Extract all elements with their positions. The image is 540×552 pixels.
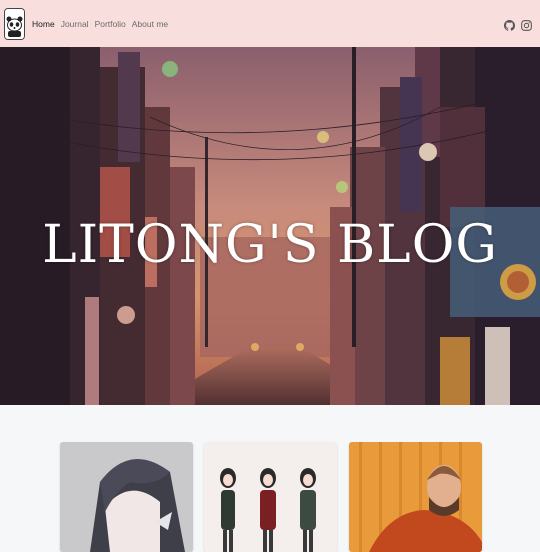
- post-card-image: [349, 442, 482, 552]
- post-card-grid: [0, 405, 540, 552]
- hero-title: LITONG'S BLOG: [42, 215, 498, 275]
- post-card[interactable]: [60, 442, 193, 552]
- nav-link-portfolio[interactable]: Portfolio: [95, 19, 126, 29]
- post-card[interactable]: [204, 442, 337, 552]
- top-navbar: Home Journal Portfolio About me: [0, 0, 540, 47]
- hero-banner: LITONG'S BLOG: [0, 47, 540, 405]
- nav-link-journal[interactable]: Journal: [61, 19, 89, 29]
- post-card-image: [204, 442, 337, 552]
- post-card[interactable]: [349, 442, 482, 552]
- instagram-icon[interactable]: [521, 18, 532, 31]
- panda-logo-icon[interactable]: [4, 7, 25, 40]
- nav-link-home[interactable]: Home: [32, 19, 55, 29]
- nav-links: Home Journal Portfolio About me: [32, 19, 168, 29]
- nav-social-icons: [504, 18, 532, 31]
- post-card-image: [60, 442, 193, 552]
- nav-link-about-me[interactable]: About me: [132, 19, 168, 29]
- github-icon[interactable]: [504, 18, 515, 31]
